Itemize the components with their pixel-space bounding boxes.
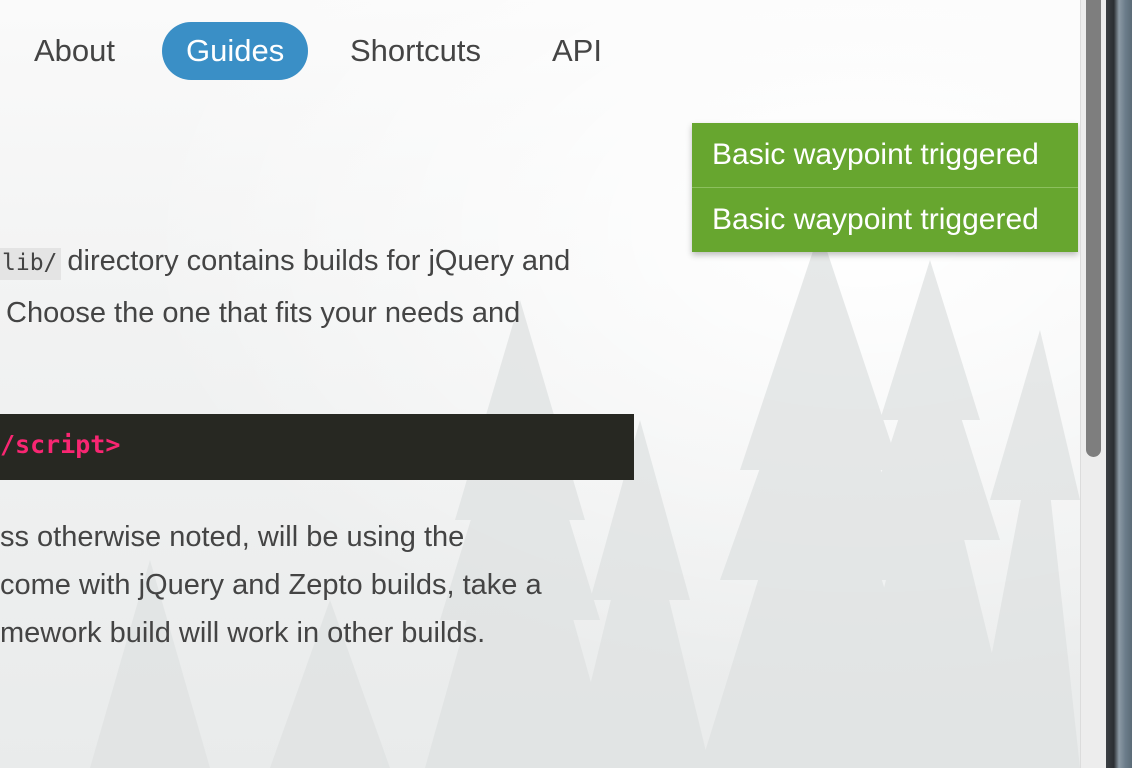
paragraph-line: come with jQuery and Zepto builds, take … [0, 569, 542, 601]
paragraph-line: Choose the one that fits your needs and [0, 288, 570, 338]
notification-stack: Basic waypoint triggered Basic waypoint … [692, 123, 1078, 252]
nav-item-guides[interactable]: Guides [162, 22, 309, 80]
code-snippet: /script> [0, 430, 121, 459]
nav-item-shortcuts[interactable]: Shortcuts [326, 22, 505, 80]
window-edge [1106, 0, 1132, 768]
nav-item-api[interactable]: API [528, 22, 626, 80]
framework-paragraph: ss otherwise noted, will be using the co… [0, 513, 542, 657]
inline-code-lib: lib/ [0, 248, 62, 280]
paragraph-line-text: Choose the one that fits your needs and [6, 297, 521, 329]
paragraph-line: lib/directory contains builds for jQuery… [0, 236, 570, 288]
paragraph-line: mework build will work in other builds. [0, 617, 486, 649]
paragraph-line-text: directory contains builds for jQuery and [67, 245, 571, 277]
builds-paragraph: lib/directory contains builds for jQuery… [0, 236, 570, 338]
waypoint-notification[interactable]: Basic waypoint triggered [692, 187, 1078, 252]
paragraph-line: ss otherwise noted, will be using the [0, 521, 465, 553]
nav-item-about[interactable]: About [10, 22, 139, 80]
scrollbar-thumb[interactable] [1086, 0, 1101, 457]
code-block: /script> [0, 414, 634, 480]
waypoint-notification[interactable]: Basic waypoint triggered [692, 123, 1078, 187]
